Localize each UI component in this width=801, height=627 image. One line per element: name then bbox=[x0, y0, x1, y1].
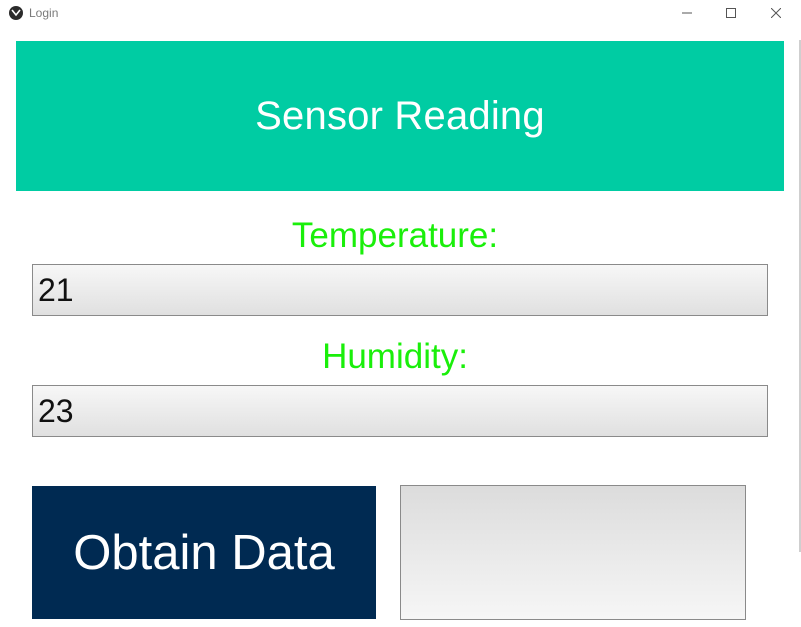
humidity-input[interactable] bbox=[32, 385, 768, 437]
header-banner: Sensor Reading bbox=[16, 41, 784, 191]
app-logo-icon bbox=[9, 6, 23, 20]
obtain-data-button[interactable]: Obtain Data bbox=[32, 486, 376, 619]
humidity-label: Humidity: bbox=[322, 337, 468, 376]
temperature-input[interactable] bbox=[32, 264, 768, 316]
maximize-icon bbox=[726, 5, 736, 23]
close-icon bbox=[770, 5, 782, 23]
page-title: Sensor Reading bbox=[255, 93, 545, 138]
minimize-button[interactable] bbox=[664, 0, 710, 28]
close-button[interactable] bbox=[753, 0, 799, 28]
title-bar[interactable]: Login bbox=[0, 0, 801, 28]
app-window: Login Sensor Reading Temperature: Humidi… bbox=[0, 0, 801, 627]
temperature-label: Temperature: bbox=[291, 216, 499, 255]
minimize-icon bbox=[682, 5, 692, 23]
maximize-button[interactable] bbox=[708, 0, 754, 28]
output-display bbox=[400, 485, 746, 620]
window-title: Login bbox=[29, 6, 59, 20]
